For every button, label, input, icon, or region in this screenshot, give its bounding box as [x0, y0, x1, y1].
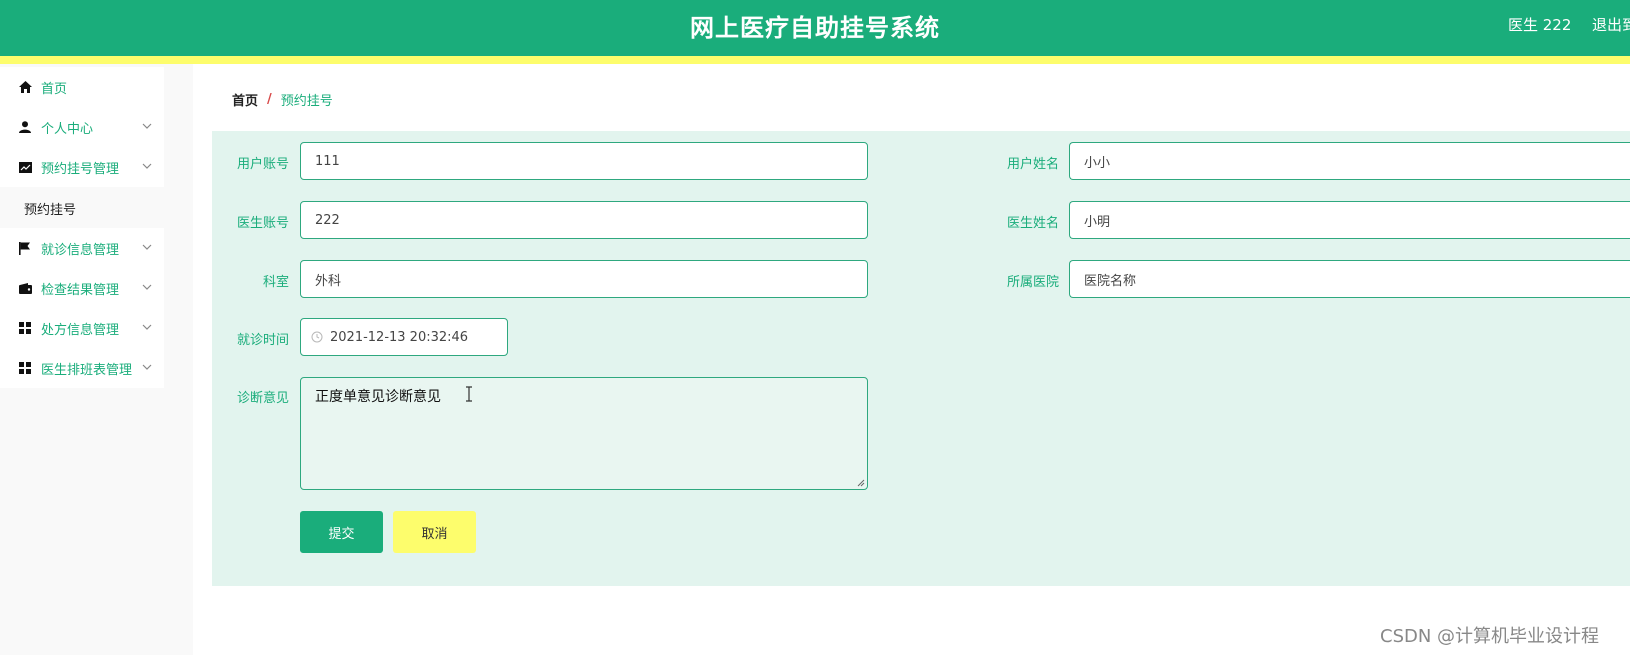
- sidebar-item-label: 检查结果管理: [41, 282, 120, 298]
- sidebar-item-label: 处方信息管理: [41, 322, 120, 338]
- sidebar-item-label: 医生排班表管理: [41, 362, 133, 378]
- breadcrumb: 首页 / 预约挂号: [232, 90, 333, 109]
- visit-time-label: 就诊时间: [236, 333, 289, 348]
- user-account-label: 用户账号: [236, 157, 289, 172]
- sidebar-item-home[interactable]: 首页: [0, 67, 164, 107]
- department-value: 外科: [315, 273, 342, 289]
- chevron-down-icon: [142, 244, 152, 250]
- chevron-down-icon: [142, 123, 152, 129]
- chart-icon: [18, 160, 32, 174]
- grid-icon: [18, 361, 32, 375]
- flag-icon: [18, 241, 32, 255]
- submit-button[interactable]: 提交: [300, 511, 383, 553]
- watermark: CSDN @计算机毕业设计程: [1380, 626, 1600, 647]
- top-header: 网上医疗自助挂号系统 医生 222 退出到前台: [0, 0, 1630, 56]
- text-cursor-icon: [466, 386, 472, 402]
- sidebar-item-exam-results[interactable]: 检查结果管理: [0, 268, 164, 308]
- doctor-account-label: 医生账号: [236, 216, 289, 231]
- department-label: 科室: [262, 275, 289, 290]
- doctor-name-label: 医生姓名: [1006, 216, 1059, 231]
- chevron-down-icon: [142, 364, 152, 370]
- breadcrumb-separator: /: [267, 92, 272, 107]
- grid-icon: [18, 321, 32, 335]
- hospital-value: 医院名称: [1084, 273, 1137, 289]
- breadcrumb-home[interactable]: 首页: [232, 90, 258, 109]
- user-name-value: 小小: [1084, 155, 1111, 171]
- visit-time-value: 2021-12-13 20:32:46: [330, 329, 469, 345]
- cancel-button[interactable]: 取消: [393, 511, 476, 553]
- clock-icon: [311, 331, 323, 343]
- user-account-input[interactable]: 111: [300, 142, 868, 180]
- user-name-label: 用户姓名: [1006, 157, 1059, 172]
- sidebar-subitem-appointment[interactable]: 预约挂号: [0, 188, 164, 228]
- sidebar-item-prescription-management[interactable]: 处方信息管理: [0, 308, 164, 348]
- sidebar-item-label: 个人中心: [41, 121, 94, 137]
- user-name-input[interactable]: 小小: [1069, 142, 1630, 180]
- sidebar-item-visit-management[interactable]: 就诊信息管理: [0, 228, 164, 268]
- sidebar: 首页 个人中心 预约挂号管理 预约挂号 就诊信息管理 检查结果管理 处方信息管理…: [0, 64, 193, 655]
- wallet-icon: [18, 281, 32, 295]
- diagnosis-value: 正度单意见诊断意见: [315, 389, 441, 405]
- user-account-value: 111: [315, 153, 340, 169]
- doctor-account-value: 222: [315, 212, 340, 228]
- chevron-down-icon: [142, 324, 152, 330]
- home-icon: [18, 80, 32, 94]
- sidebar-item-label: 预约挂号管理: [41, 161, 120, 177]
- breadcrumb-current: 预约挂号: [280, 94, 333, 109]
- sidebar-item-doctor-schedule[interactable]: 医生排班表管理: [0, 348, 164, 388]
- hospital-label: 所属医院: [1006, 275, 1059, 290]
- chevron-up-icon: [142, 163, 152, 169]
- doctor-name-value: 小明: [1084, 214, 1111, 230]
- sidebar-item-appointment-management[interactable]: 预约挂号管理: [0, 147, 164, 187]
- logout-link[interactable]: 退出到前台: [1592, 14, 1630, 35]
- sidebar-item-label: 首页: [41, 81, 68, 97]
- doctor-name-input[interactable]: 小明: [1069, 201, 1630, 239]
- app-title: 网上医疗自助挂号系统: [690, 14, 940, 42]
- doctor-account-input[interactable]: 222: [300, 201, 868, 239]
- sidebar-item-label: 就诊信息管理: [41, 242, 120, 258]
- hospital-input[interactable]: 医院名称: [1069, 260, 1630, 298]
- visit-time-picker[interactable]: 2021-12-13 20:32:46: [300, 318, 508, 356]
- chevron-down-icon: [142, 284, 152, 290]
- user-icon: [18, 120, 32, 134]
- current-user: 医生 222: [1508, 16, 1572, 34]
- sidebar-item-personal-center[interactable]: 个人中心: [0, 107, 164, 147]
- resize-grip-icon[interactable]: [857, 479, 865, 487]
- department-input[interactable]: 外科: [300, 260, 868, 298]
- diagnosis-label: 诊断意见: [236, 391, 289, 406]
- sidebar-subitem-label: 预约挂号: [24, 202, 77, 218]
- header-stripe: [0, 56, 1630, 64]
- diagnosis-textarea[interactable]: 正度单意见诊断意见: [300, 377, 868, 490]
